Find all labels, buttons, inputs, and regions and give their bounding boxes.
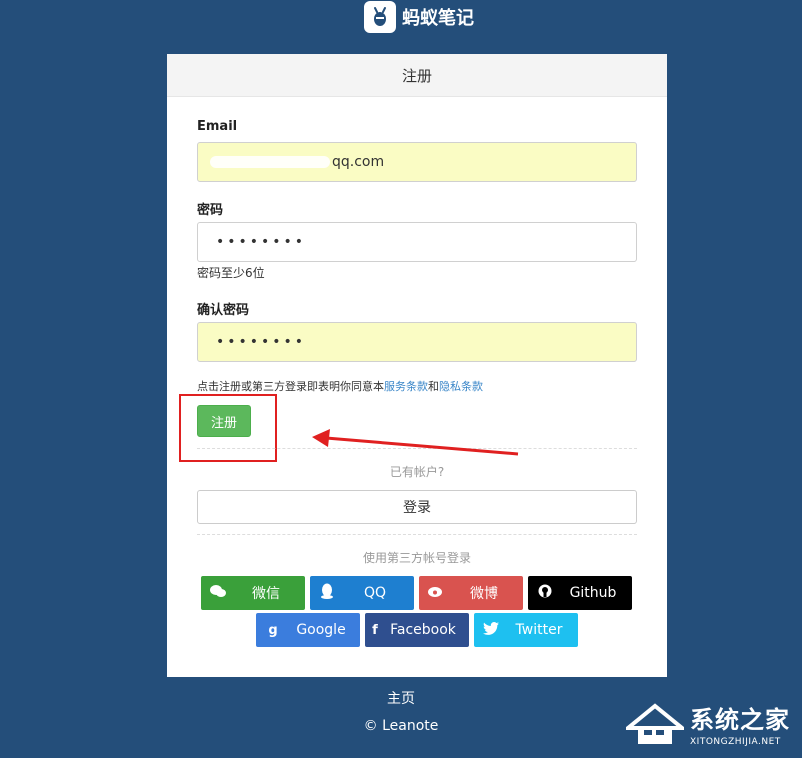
email-value: qq.com [332, 154, 385, 170]
confirm-password-label: 确认密码 [197, 303, 250, 318]
google-button[interactable]: g Google [256, 613, 360, 647]
agreement-text: 点击注册或第三方登录即表明你同意本服务条款和隐私条款 [197, 378, 483, 394]
weibo-label: 微博 [470, 586, 498, 602]
login-button[interactable]: 登录 [197, 490, 637, 524]
privacy-link[interactable]: 隐私条款 [439, 380, 483, 393]
app-logo[interactable]: 蚂蚁笔记 [364, 0, 474, 34]
facebook-icon: f [372, 622, 378, 638]
brand-name: 蚂蚁笔记 [402, 8, 474, 29]
password-field[interactable]: •••••••• [197, 222, 637, 262]
twitter-button[interactable]: Twitter [474, 613, 578, 647]
github-label: Github [569, 585, 617, 601]
wechat-label: 微信 [252, 586, 280, 602]
agreement-prefix: 点击注册或第三方登录即表明你同意本 [197, 380, 384, 393]
wechat-button[interactable]: 微信 [201, 576, 305, 610]
github-button[interactable]: Github [528, 576, 632, 610]
email-field[interactable]: qq.com [197, 142, 637, 182]
password-hint: 密码至少6位 [197, 266, 265, 280]
ant-logo-icon [364, 1, 396, 33]
facebook-button[interactable]: f Facebook [365, 613, 469, 647]
red-arrow-icon [312, 429, 519, 456]
redacted-text [210, 156, 330, 168]
weibo-button[interactable]: 微博 [419, 576, 523, 610]
password-label: 密码 [197, 203, 224, 218]
qq-button[interactable]: QQ [310, 576, 414, 610]
watermark-en: XITONGZHIJIA.NET [690, 737, 781, 747]
weibo-icon [419, 584, 453, 602]
card-title: 注册 [167, 54, 667, 97]
google-label: Google [296, 622, 346, 638]
google-icon: g [268, 622, 278, 638]
facebook-label: Facebook [390, 622, 456, 638]
house-logo-icon [626, 702, 684, 744]
confirm-password-field[interactable]: •••••••• [197, 322, 637, 362]
confirm-password-value: •••••••• [216, 334, 307, 350]
github-icon [528, 584, 562, 602]
twitter-label: Twitter [515, 622, 563, 638]
terms-link[interactable]: 服务条款 [384, 380, 428, 393]
agreement-and: 和 [428, 380, 439, 393]
email-label: Email [197, 119, 238, 134]
wechat-icon [201, 584, 235, 602]
qq-icon [310, 583, 344, 603]
qq-label: QQ [363, 585, 387, 601]
password-value: •••••••• [216, 234, 307, 250]
site-watermark: 系统之家 XITONGZHIJIA.NET [626, 700, 790, 747]
twitter-icon [474, 621, 508, 639]
watermark-cn: 系统之家 [690, 706, 790, 734]
divider [197, 534, 637, 535]
register-card: 注册 Email qq.com 密码 •••••••• 密码至少6位 确认密码 … [167, 54, 667, 677]
highlight-box [179, 394, 277, 462]
third-party-text: 使用第三方帐号登录 [362, 551, 471, 565]
